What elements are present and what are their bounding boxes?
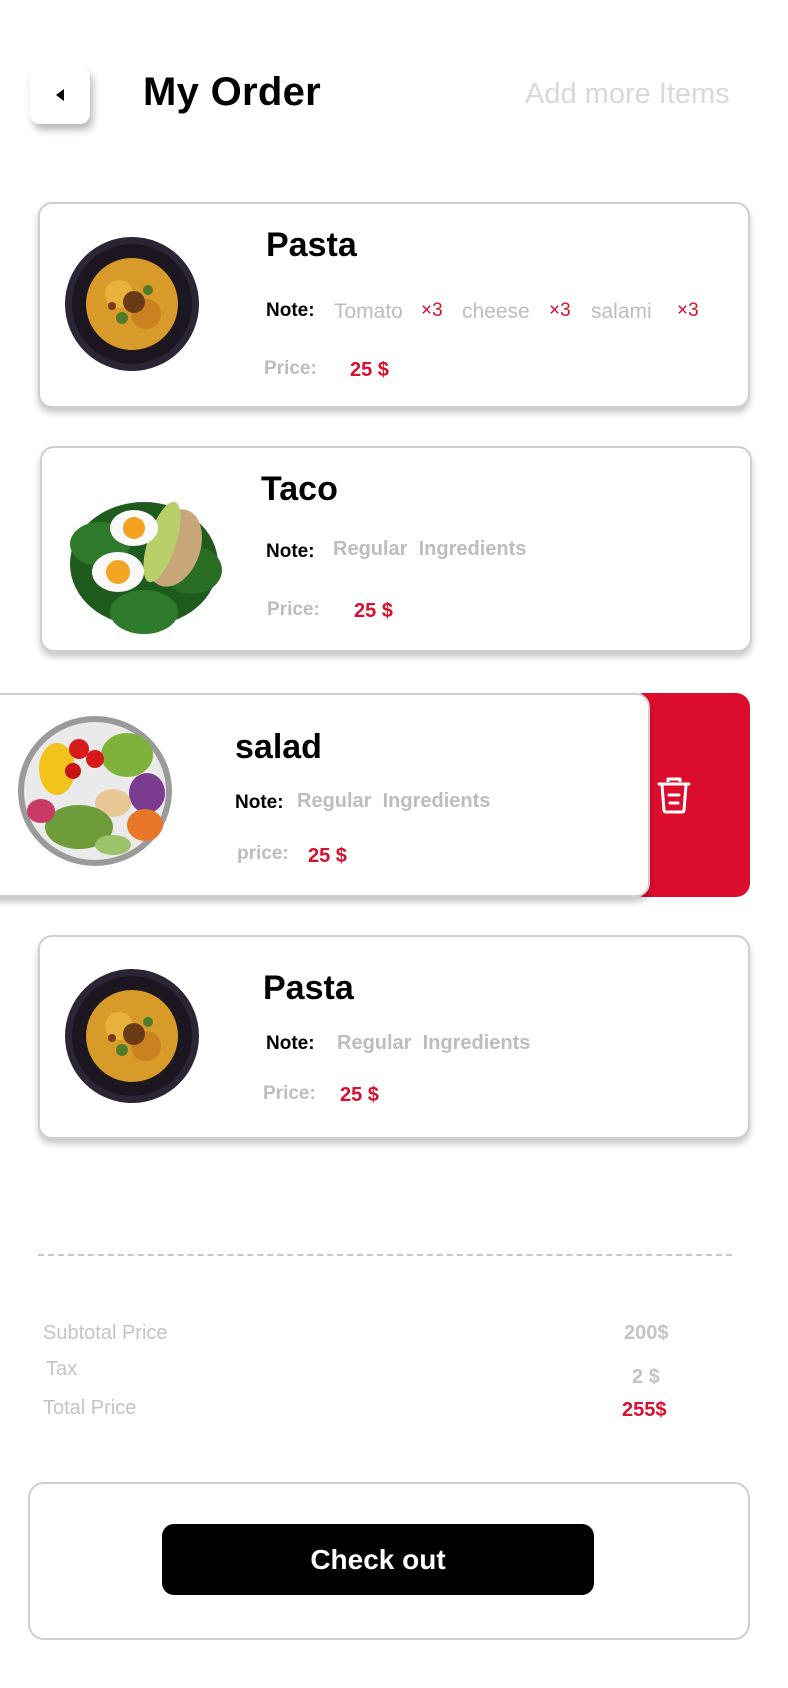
price-value: 25 $: [350, 359, 389, 381]
chevron-left-icon: [56, 89, 64, 101]
price-label: price:: [237, 843, 289, 864]
item-name: Pasta: [266, 226, 357, 264]
pasta-image: [64, 236, 200, 372]
note-ingredient: Tomato: [334, 300, 403, 323]
note-quantity: ×3: [677, 300, 699, 321]
subtotal-label: Subtotal Price: [43, 1322, 168, 1344]
tax-value: 2 $: [632, 1366, 660, 1388]
price-label: Price:: [264, 358, 317, 379]
price-value: 25 $: [354, 600, 393, 622]
item-name: Taco: [261, 470, 338, 508]
note-quantity: ×3: [549, 300, 571, 321]
note-quantity: ×3: [421, 300, 443, 321]
subtotal-value: 200$: [624, 1322, 669, 1344]
note-label: Note:: [235, 792, 284, 813]
price-label: Price:: [267, 599, 320, 620]
total-value: 255$: [622, 1399, 667, 1421]
salad-image: [17, 715, 173, 867]
back-button[interactable]: [30, 66, 90, 124]
note-value: Regular Ingredients: [333, 538, 527, 560]
note-value: Regular Ingredients: [337, 1032, 531, 1054]
note-ingredient: cheese: [462, 300, 530, 323]
page-title: My Order: [143, 70, 322, 114]
price-value: 25 $: [340, 1084, 379, 1106]
note-label: Note:: [266, 300, 315, 321]
summary-divider: [38, 1254, 732, 1256]
note-ingredient: salami: [591, 300, 652, 323]
item-name: salad: [235, 728, 322, 766]
checkout-button[interactable]: Check out: [162, 1524, 594, 1595]
trash-icon: [657, 777, 691, 814]
price-label: Price:: [263, 1083, 316, 1104]
item-name: Pasta: [263, 969, 354, 1007]
pasta-image: [64, 968, 200, 1104]
price-value: 25 $: [308, 845, 347, 867]
note-label: Note:: [266, 541, 315, 562]
note-label: Note:: [266, 1033, 315, 1054]
taco-image: [62, 472, 226, 640]
tax-label: Tax: [46, 1358, 78, 1380]
add-more-items-link[interactable]: Add more Items: [525, 78, 730, 111]
total-label: Total Price: [43, 1397, 137, 1419]
note-value: Regular Ingredients: [297, 790, 491, 812]
